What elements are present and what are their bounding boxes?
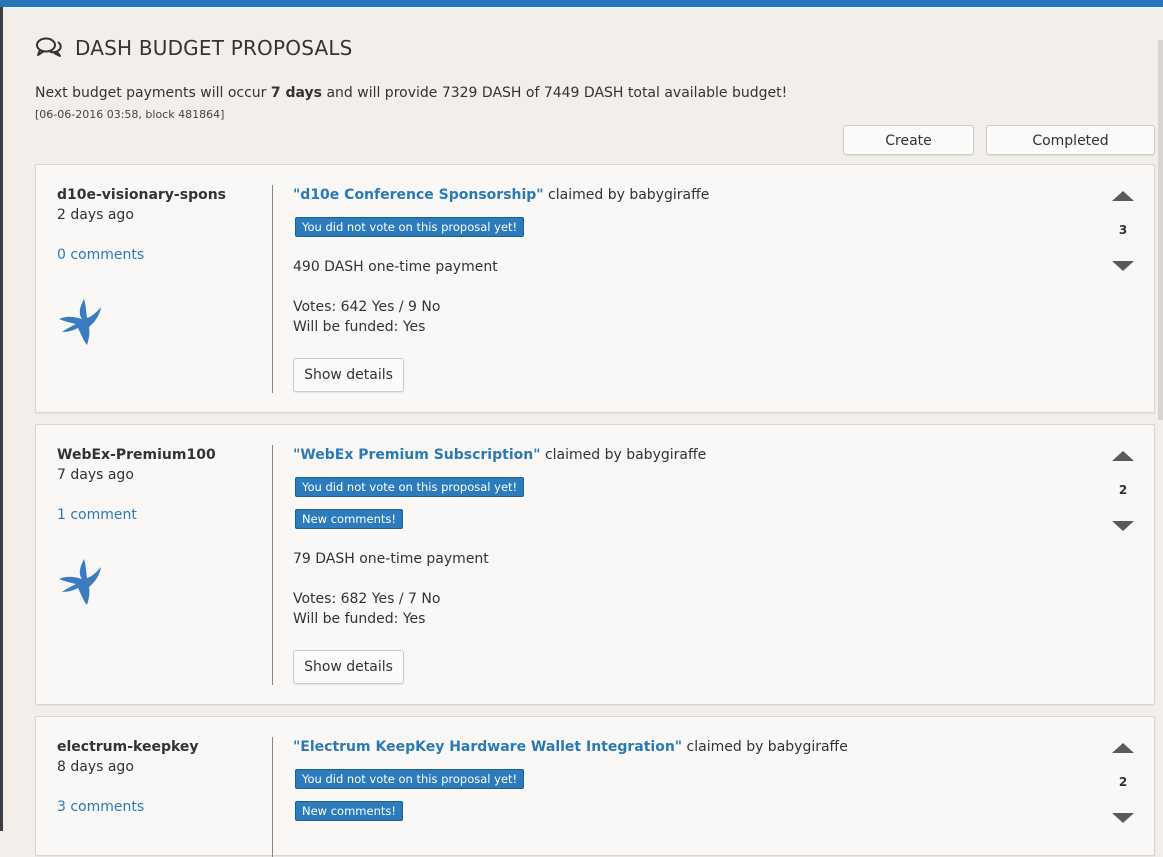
proposal-claimed-by: claimed by babygiraffe <box>543 187 710 203</box>
votes-count: Votes: 642 Yes / 9 No <box>293 299 441 315</box>
avatar <box>59 559 101 605</box>
summary-prefix: Next budget payments will occur <box>35 85 271 101</box>
card-divider <box>272 185 273 393</box>
new-comments-badge: New comments! <box>295 509 403 529</box>
downvote-arrow-icon[interactable] <box>1112 521 1134 531</box>
not-voted-badge: You did not vote on this proposal yet! <box>295 769 525 789</box>
proposal-title-line: "d10e Conference Sponsorship" claimed by… <box>293 187 709 203</box>
proposal-title-line: "Electrum KeepKey Hardware Wallet Integr… <box>293 739 848 755</box>
top-accent-bar <box>0 0 1163 7</box>
page-title: DASH BUDGET PROPOSALS <box>75 36 353 60</box>
comments-icon <box>36 37 62 57</box>
show-details-button[interactable]: Show details <box>293 650 404 684</box>
proposal-age: 8 days ago <box>57 759 134 775</box>
block-timestamp: [06-06-2016 03:58, block 481864] <box>35 108 225 121</box>
page-header: DASH BUDGET PROPOSALS <box>35 36 353 60</box>
proposal-title-link[interactable]: "d10e Conference Sponsorship" <box>293 187 544 203</box>
budget-summary: Next budget payments will occur 7 days a… <box>35 85 787 101</box>
proposal-title-line: "WebEx Premium Subscription" claimed by … <box>293 447 706 463</box>
show-details-button[interactable]: Show details <box>293 358 404 392</box>
summary-days: 7 days <box>270 85 322 101</box>
vote-score: 2 <box>1118 775 1128 789</box>
proposal-username: electrum-keepkey <box>57 739 199 755</box>
upvote-arrow-icon[interactable] <box>1112 743 1134 753</box>
proposal-title-link[interactable]: "WebEx Premium Subscription" <box>293 447 541 463</box>
proposal-votes: Votes: 682 Yes / 7 No Will be funded: Ye… <box>293 589 440 629</box>
proposal-payment: 490 DASH one-time payment <box>293 259 498 275</box>
downvote-arrow-icon[interactable] <box>1112 813 1134 823</box>
funded-status: Will be funded: Yes <box>293 319 426 335</box>
scrollbar[interactable] <box>1158 40 1163 420</box>
new-comments-badge: New comments! <box>295 801 403 821</box>
avatar <box>59 299 101 345</box>
not-voted-badge: You did not vote on this proposal yet! <box>295 217 525 237</box>
proposal-username: WebEx-Premium100 <box>57 447 216 463</box>
votes-count: Votes: 682 Yes / 7 No <box>293 591 441 607</box>
proposal-age: 7 days ago <box>57 467 134 483</box>
completed-proposals-button[interactable]: Completed proposals <box>986 125 1155 179</box>
proposal-card: WebEx-Premium100 7 days ago 1 comment "W… <box>35 424 1155 705</box>
proposal-username: d10e-visionary-spons <box>57 187 227 203</box>
summary-suffix: and will provide 7329 DASH of 7449 DASH … <box>322 85 788 101</box>
not-voted-badge: You did not vote on this proposal yet! <box>295 477 525 497</box>
proposal-card: d10e-visionary-spons 2 days ago 0 commen… <box>35 164 1155 413</box>
funded-status: Will be funded: Yes <box>293 611 426 627</box>
card-divider <box>272 445 273 685</box>
proposal-payment: 79 DASH one-time payment <box>293 551 489 567</box>
proposal-claimed-by: claimed by babygiraffe <box>540 447 707 463</box>
proposal-age: 2 days ago <box>57 207 134 223</box>
proposal-claimed-by: claimed by babygiraffe <box>682 739 848 755</box>
proposal-title-link[interactable]: "Electrum KeepKey Hardware Wallet Integr… <box>293 739 682 755</box>
proposal-votes: Votes: 642 Yes / 9 No Will be funded: Ye… <box>293 297 440 337</box>
comments-link[interactable]: 0 comments <box>57 247 144 263</box>
upvote-arrow-icon[interactable] <box>1112 191 1134 201</box>
card-divider <box>272 737 273 857</box>
vote-score: 3 <box>1118 223 1128 237</box>
create-proposal-button[interactable]: Create proposal <box>843 125 974 179</box>
window-edge <box>0 7 3 831</box>
comments-link[interactable]: 3 comments <box>57 799 144 815</box>
comments-link[interactable]: 1 comment <box>57 507 137 523</box>
upvote-arrow-icon[interactable] <box>1112 451 1134 461</box>
proposal-card: electrum-keepkey 8 days ago 3 comments "… <box>35 716 1155 857</box>
vote-score: 2 <box>1118 483 1128 497</box>
downvote-arrow-icon[interactable] <box>1112 261 1134 271</box>
